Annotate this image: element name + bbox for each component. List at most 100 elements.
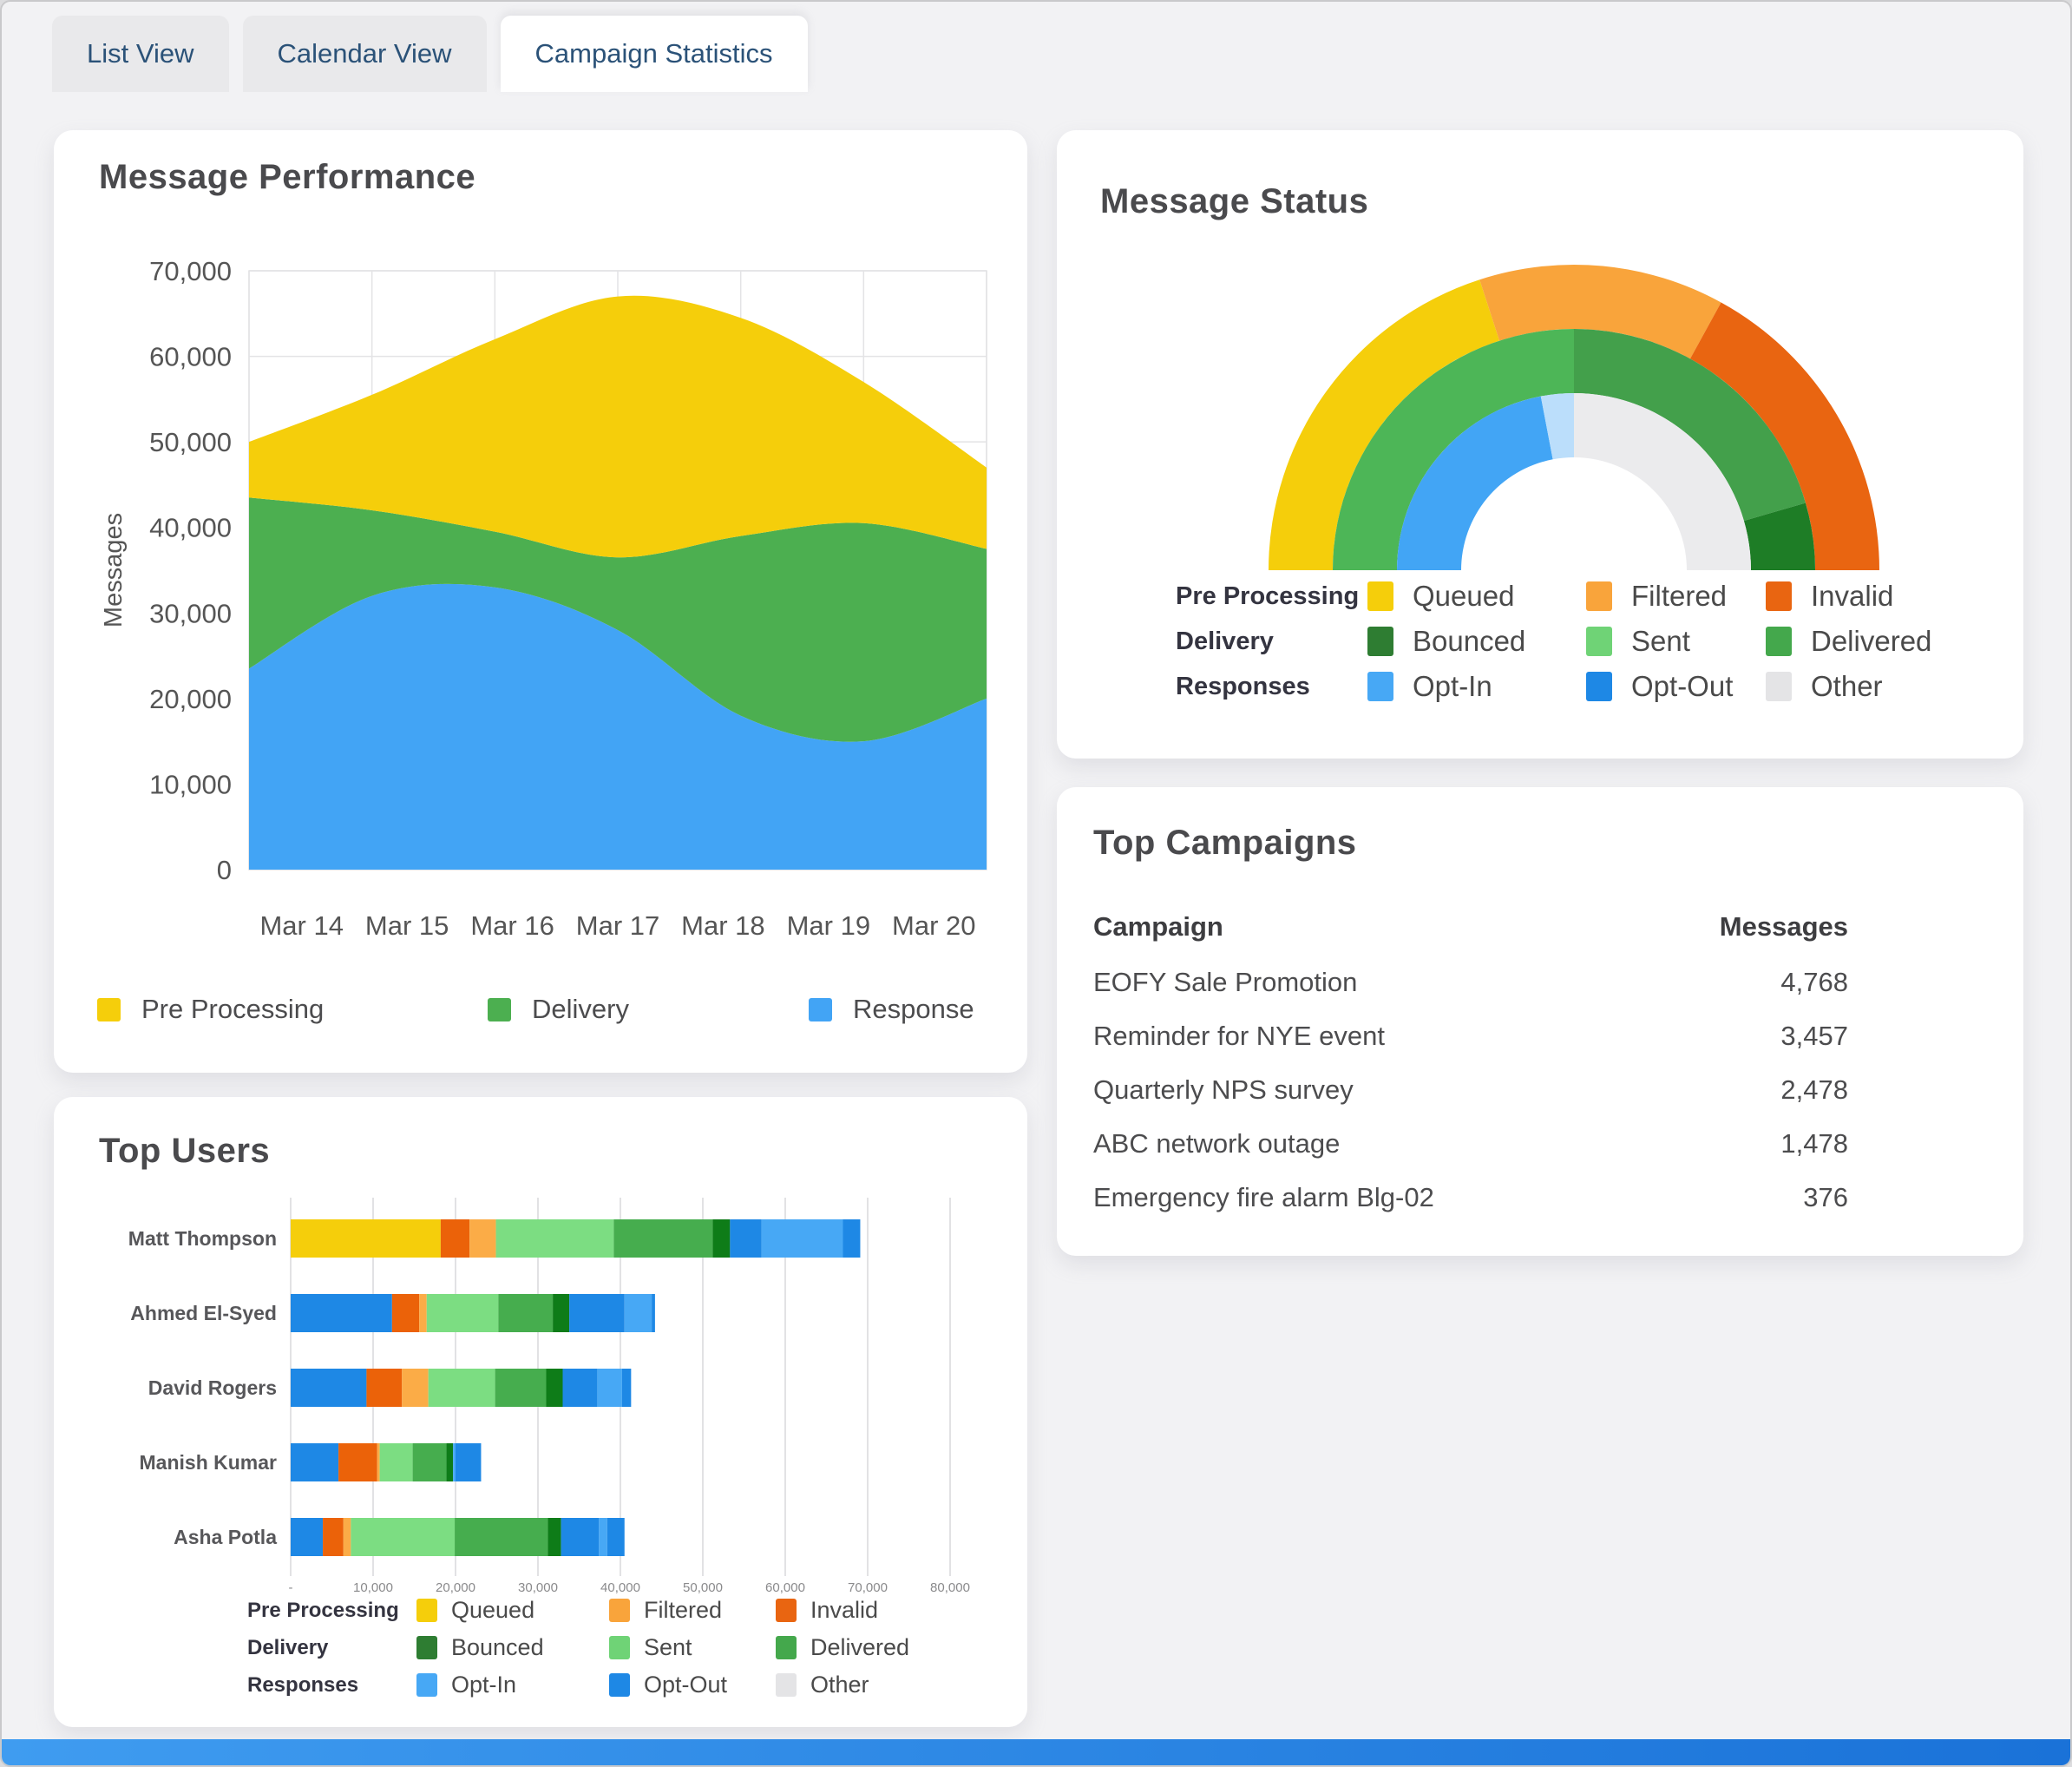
top-users-legend: Pre ProcessingQueuedFilteredInvalidDeliv… bbox=[247, 1597, 909, 1698]
user-name-label: Ahmed El-Syed bbox=[130, 1302, 277, 1324]
bar-segment-filtered bbox=[344, 1518, 351, 1556]
table-row: ABC network outage1,478 bbox=[1093, 1117, 1848, 1171]
bar-segment-opt-out bbox=[607, 1518, 625, 1556]
user-name-label: Matt Thompson bbox=[128, 1227, 277, 1250]
other-swatch bbox=[1766, 672, 1792, 701]
bar-segment-opt-out bbox=[652, 1294, 655, 1332]
queued-swatch bbox=[416, 1599, 437, 1622]
legend-label: Delivered bbox=[810, 1634, 909, 1661]
legend-item-delivered: Delivered bbox=[776, 1634, 909, 1661]
bar-segment-bounced bbox=[447, 1443, 454, 1481]
sent-swatch bbox=[1586, 627, 1612, 656]
legend-item-queued: Queued bbox=[1367, 580, 1586, 613]
legend-item-invalid: Invalid bbox=[776, 1597, 909, 1624]
table-row: Reminder for NYE event3,457 bbox=[1093, 1009, 1848, 1063]
bar-segment-delivered bbox=[613, 1219, 712, 1258]
top-campaigns-card: Top Campaigns CampaignMessages EOFY Sale … bbox=[1057, 787, 2023, 1256]
legend-item-opt-out: Opt-Out bbox=[609, 1672, 776, 1698]
legend-group-delivery: Delivery bbox=[1176, 627, 1367, 656]
bar-segment-opt-out bbox=[291, 1518, 323, 1556]
legend-item-delivered: Delivered bbox=[1766, 625, 1931, 658]
bar-segment-sent bbox=[429, 1369, 495, 1407]
bar-segment-opt-out bbox=[569, 1294, 625, 1332]
message-status-legend: Pre ProcessingQueuedFilteredInvalidDeliv… bbox=[1176, 580, 1931, 703]
bar-segment-bounced bbox=[547, 1369, 563, 1407]
queued-swatch bbox=[1367, 581, 1393, 611]
campaign-name: Emergency fire alarm Blg-02 bbox=[1093, 1182, 1434, 1213]
opt-in-swatch bbox=[416, 1673, 437, 1697]
top-campaigns-table: CampaignMessages EOFY Sale Promotion 4,768… bbox=[1093, 898, 1848, 1225]
bar-segment-bounced bbox=[548, 1518, 561, 1556]
bar-segment-invalid bbox=[366, 1369, 402, 1407]
x-tick-label: Mar 17 bbox=[576, 910, 659, 941]
top-campaigns-title: Top Campaigns bbox=[1093, 824, 1357, 863]
campaign-messages: 2,478 bbox=[1780, 1074, 1848, 1106]
invalid-swatch bbox=[776, 1599, 797, 1622]
opt-in-swatch bbox=[1367, 672, 1393, 701]
bounced-swatch bbox=[416, 1636, 437, 1659]
bar-segment-opt-out bbox=[730, 1219, 761, 1258]
performance-chart-svg: 70,00060,00050,00040,00030,00020,00010,0… bbox=[54, 130, 1027, 1073]
users-x-tick-label: 80,000 bbox=[930, 1580, 970, 1595]
delivered-swatch bbox=[776, 1636, 797, 1659]
bar-segment-sent bbox=[496, 1219, 614, 1258]
legend-label: Filtered bbox=[1631, 580, 1727, 613]
bar-segment-opt-in bbox=[625, 1294, 652, 1332]
bar-segment-bounced bbox=[712, 1219, 730, 1258]
bar-segment-delivered bbox=[498, 1294, 553, 1332]
bar-segment-delivered bbox=[455, 1518, 548, 1556]
legend-item-other: Other bbox=[776, 1672, 909, 1698]
legend-label: Bounced bbox=[1413, 625, 1525, 658]
legend-label: Delivery bbox=[532, 994, 629, 1025]
legend-group-pre-processing: Pre Processing bbox=[1176, 582, 1367, 611]
legend-item-other: Other bbox=[1766, 670, 1931, 703]
delivery-swatch bbox=[488, 998, 511, 1021]
tab-campaign-statistics[interactable]: Campaign Statistics bbox=[501, 16, 808, 92]
table-row: Quarterly NPS survey 2,478 bbox=[1093, 1063, 1848, 1117]
bar-segment-filtered bbox=[469, 1219, 495, 1258]
users-x-tick-label: 50,000 bbox=[683, 1580, 723, 1595]
y-tick-label: 70,000 bbox=[149, 256, 232, 286]
bar-segment-invalid bbox=[441, 1219, 469, 1258]
bottom-accent-bar bbox=[2, 1739, 2070, 1765]
tab-calendar-view[interactable]: Calendar View bbox=[243, 16, 487, 92]
users-x-tick-label: 30,000 bbox=[518, 1580, 558, 1595]
y-tick-label: 10,000 bbox=[149, 769, 232, 799]
campaign-name: Quarterly NPS survey bbox=[1093, 1074, 1354, 1106]
legend-item-delivery: Delivery bbox=[488, 994, 629, 1025]
legend-group-responses: Responses bbox=[1176, 673, 1367, 701]
bar-segment-opt-out bbox=[843, 1219, 861, 1258]
y-axis-label: Messages bbox=[100, 513, 128, 627]
legend-item-bounced: Bounced bbox=[1367, 625, 1586, 658]
x-tick-label: Mar 20 bbox=[892, 910, 975, 941]
bar-segment-opt-out bbox=[561, 1518, 600, 1556]
message-status-card: Message Status Pre ProcessingQueuedFilte… bbox=[1057, 130, 2023, 759]
opt-out-swatch bbox=[609, 1673, 630, 1697]
y-tick-label: 60,000 bbox=[149, 342, 232, 372]
top-users-card: Top Users -10,00020,00030,00040,00050,00… bbox=[54, 1097, 1027, 1727]
campaign-name: EOFY Sale Promotion bbox=[1093, 967, 1357, 998]
bar-segment-opt-out bbox=[456, 1443, 481, 1481]
legend-label: Opt-In bbox=[451, 1672, 516, 1698]
legend-label: Other bbox=[810, 1672, 869, 1698]
legend-item-bounced: Bounced bbox=[416, 1634, 609, 1661]
bar-segment-delivered bbox=[495, 1369, 547, 1407]
legend-label: Other bbox=[1811, 670, 1883, 703]
bar-segment-filtered bbox=[402, 1369, 428, 1407]
legend-item-pre-processing: Pre Processing bbox=[97, 994, 324, 1025]
legend-label: Invalid bbox=[810, 1597, 878, 1624]
legend-item-sent: Sent bbox=[1586, 625, 1766, 658]
bar-segment-opt-in bbox=[761, 1219, 843, 1258]
y-tick-label: 0 bbox=[217, 855, 232, 885]
x-tick-label: Mar 14 bbox=[259, 910, 343, 941]
users-x-tick-label: 10,000 bbox=[353, 1580, 393, 1595]
tab-list-view[interactable]: List View bbox=[52, 16, 229, 92]
bar-segment-sent bbox=[351, 1518, 455, 1556]
opt-out-swatch bbox=[1586, 672, 1612, 701]
sent-swatch bbox=[609, 1636, 630, 1659]
campaign-messages: 4,768 bbox=[1780, 967, 1848, 998]
table-header-row: CampaignMessages bbox=[1093, 898, 1848, 956]
legend-label: Sent bbox=[1631, 625, 1690, 658]
bar-segment-invalid bbox=[338, 1443, 377, 1481]
y-tick-label: 20,000 bbox=[149, 684, 232, 714]
